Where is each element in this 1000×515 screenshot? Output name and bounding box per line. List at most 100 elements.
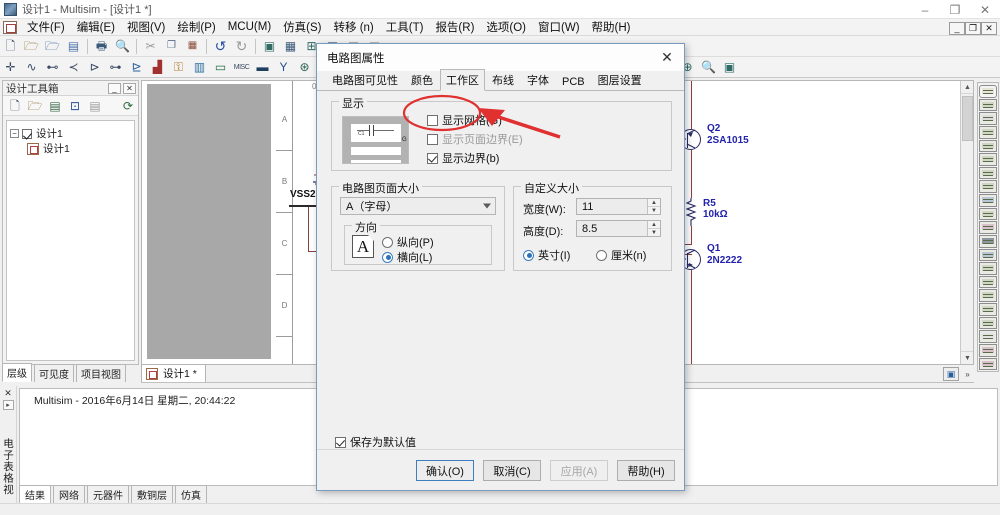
new-design-icon[interactable]: 🗋 xyxy=(6,97,24,114)
electromechanical-icon[interactable]: ⊛ xyxy=(295,58,314,77)
units-inches-radio[interactable]: 英寸(I) xyxy=(523,247,570,263)
print-icon[interactable]: 🖶 xyxy=(92,37,111,56)
orientation-portrait-radio[interactable]: 纵向(P) xyxy=(382,234,434,250)
logic-analyzer-icon[interactable] xyxy=(979,207,997,221)
spreadsheet-tab-components[interactable]: 元器件 xyxy=(87,485,129,503)
menu-item-reports[interactable]: 报告(R) xyxy=(429,18,480,36)
help-button[interactable]: 帮助(H) xyxy=(617,460,675,481)
spreadsheet-tab-copper-layers[interactable]: 敷铜层 xyxy=(131,485,173,503)
tab-font[interactable]: 字体 xyxy=(521,69,555,90)
measurement-probe-icon[interactable] xyxy=(979,330,997,343)
misc-icon[interactable]: MISC xyxy=(232,58,251,77)
show-border-checkbox-box[interactable] xyxy=(427,152,438,164)
cancel-button[interactable]: 取消(C) xyxy=(483,460,541,481)
open-design-icon[interactable]: 🗁 xyxy=(43,37,62,56)
undo-icon[interactable]: ↺ xyxy=(211,37,230,56)
tab-wiring[interactable]: 布线 xyxy=(486,69,520,90)
agilent-multimeter-icon[interactable] xyxy=(979,289,997,302)
orientation-landscape-radio-dot[interactable] xyxy=(382,251,393,263)
show-grid-checkbox[interactable]: 显示网格(G) xyxy=(427,112,502,128)
tree-child-row[interactable]: 设计1 xyxy=(10,141,131,156)
function-generator-icon[interactable] xyxy=(979,98,997,112)
cmos-icon[interactable]: ⊵ xyxy=(127,58,146,77)
refresh-icon[interactable]: ⟳ xyxy=(119,97,137,114)
menu-item-options[interactable]: 选项(O) xyxy=(480,18,532,36)
save-as-default-checkbox-box[interactable] xyxy=(335,436,346,448)
tab-hierarchy[interactable]: 层级 xyxy=(2,363,32,382)
spectrum-analyzer-icon[interactable] xyxy=(979,248,997,262)
copy-icon[interactable]: ❐ xyxy=(162,37,181,56)
mdi-close-button[interactable]: ✕ xyxy=(981,21,997,35)
basic-icon[interactable]: ∿ xyxy=(22,58,41,77)
tab-colors[interactable]: 颜色 xyxy=(405,69,439,90)
dialog-close-button[interactable]: ✕ xyxy=(650,44,684,71)
diode-icon[interactable]: ⊷ xyxy=(43,58,62,77)
open-design-icon[interactable]: 🗁 xyxy=(26,97,44,114)
zoom-area-icon[interactable]: 🔍 xyxy=(699,58,718,77)
minimize-panel-button[interactable]: _ xyxy=(108,82,121,94)
transistor-icon[interactable]: ≺ xyxy=(64,58,83,77)
height-spin-down-icon[interactable]: ▼ xyxy=(648,229,660,236)
print-preview-icon[interactable]: 🔍 xyxy=(113,37,132,56)
close-button[interactable]: ✕ xyxy=(970,0,1000,19)
height-input[interactable]: 8.5 ▲ ▼ xyxy=(576,220,661,237)
bode-plotter-icon[interactable] xyxy=(979,153,997,166)
units-inches-radio-dot[interactable] xyxy=(523,249,534,261)
redo-icon[interactable]: ↻ xyxy=(232,37,251,56)
tektronix-oscilloscope-icon[interactable] xyxy=(979,316,997,330)
tree-root-row[interactable]: − 设计1 xyxy=(10,126,131,141)
close-panel-button[interactable]: ✕ xyxy=(123,82,136,94)
menu-item-help[interactable]: 帮助(H) xyxy=(586,18,637,36)
oscilloscope-icon[interactable] xyxy=(979,125,997,139)
show-page-bounds-checkbox[interactable]: 显示页面边界(E) xyxy=(427,131,523,147)
menu-item-simulate[interactable]: 仿真(S) xyxy=(277,18,327,36)
source-icon[interactable]: ✛ xyxy=(1,58,20,77)
zoom-fit-icon[interactable]: ▣ xyxy=(720,58,739,77)
tab-sheet-visibility[interactable]: 电路图可见性 xyxy=(326,69,404,90)
misc-digital-icon[interactable]: ▟ xyxy=(148,58,167,77)
spreadsheet-tab-nets[interactable]: 网络 xyxy=(53,485,85,503)
tab-overflow-icon[interactable]: » xyxy=(961,367,974,381)
show-grid-checkbox-box[interactable] xyxy=(427,114,438,126)
toggle-fullscreen-icon[interactable]: ▣ xyxy=(260,37,279,56)
analog-icon[interactable]: ⊳ xyxy=(85,58,104,77)
agilent-function-generator-icon[interactable] xyxy=(979,275,997,289)
tree-expander-icon[interactable]: − xyxy=(10,129,19,138)
paste-icon[interactable]: ▦ xyxy=(183,37,202,56)
scroll-up-arrow-icon[interactable]: ▲ xyxy=(961,81,973,94)
ok-button[interactable]: 确认(O) xyxy=(416,460,474,481)
maximize-button[interactable]: ❐ xyxy=(940,0,970,19)
tab-list-icon[interactable]: ▣ xyxy=(943,367,959,381)
show-border-checkbox[interactable]: 显示边界(b) xyxy=(427,150,499,166)
logic-converter-icon[interactable] xyxy=(979,194,997,207)
document-tab-design1[interactable]: 设计1 * xyxy=(141,364,206,382)
advanced-peripherals-icon[interactable]: ▬ xyxy=(253,58,272,77)
menu-item-transfer[interactable]: 转移 (n) xyxy=(328,18,380,36)
network-analyzer-icon[interactable] xyxy=(979,262,997,275)
mixed-icon[interactable]: ⚿ xyxy=(169,58,188,77)
save-as-default-checkbox[interactable]: 保存为默认值 xyxy=(335,434,416,450)
tt-digital-icon[interactable]: ⊶ xyxy=(106,58,125,77)
units-centimeters-radio-dot[interactable] xyxy=(596,249,607,261)
scrollbar-thumb[interactable] xyxy=(962,96,973,141)
tab-project-view[interactable]: 项目视图 xyxy=(76,364,126,382)
agilent-oscilloscope-icon[interactable] xyxy=(979,303,997,316)
tab-visibility[interactable]: 可见度 xyxy=(34,364,74,382)
page-size-select[interactable]: A（字母） xyxy=(340,197,496,215)
mdi-minimize-button[interactable]: _ xyxy=(949,21,965,35)
menu-item-place[interactable]: 绘制(P) xyxy=(171,18,221,36)
delete-sheet-icon[interactable]: ▤ xyxy=(86,97,104,114)
tab-pcb[interactable]: PCB xyxy=(556,73,591,90)
spreadsheet-close-icon[interactable]: ✕ xyxy=(2,388,15,399)
new-sheet-icon[interactable]: ⊡ xyxy=(66,97,84,114)
spreadsheet-tab-results[interactable]: 结果 xyxy=(19,485,51,503)
width-spinner-buttons[interactable]: ▲ ▼ xyxy=(647,199,660,214)
labview-instruments-icon[interactable] xyxy=(979,343,997,357)
menu-item-tools[interactable]: 工具(T) xyxy=(380,18,430,36)
spreadsheet-tab-simulation[interactable]: 仿真 xyxy=(175,485,207,503)
tree-root-checkbox[interactable] xyxy=(22,128,32,139)
open-file-icon[interactable]: 🗁 xyxy=(22,37,41,56)
rf-icon[interactable]: Y xyxy=(274,58,293,77)
power-icon[interactable]: ▭ xyxy=(211,58,230,77)
multimeter-icon[interactable] xyxy=(979,85,997,98)
